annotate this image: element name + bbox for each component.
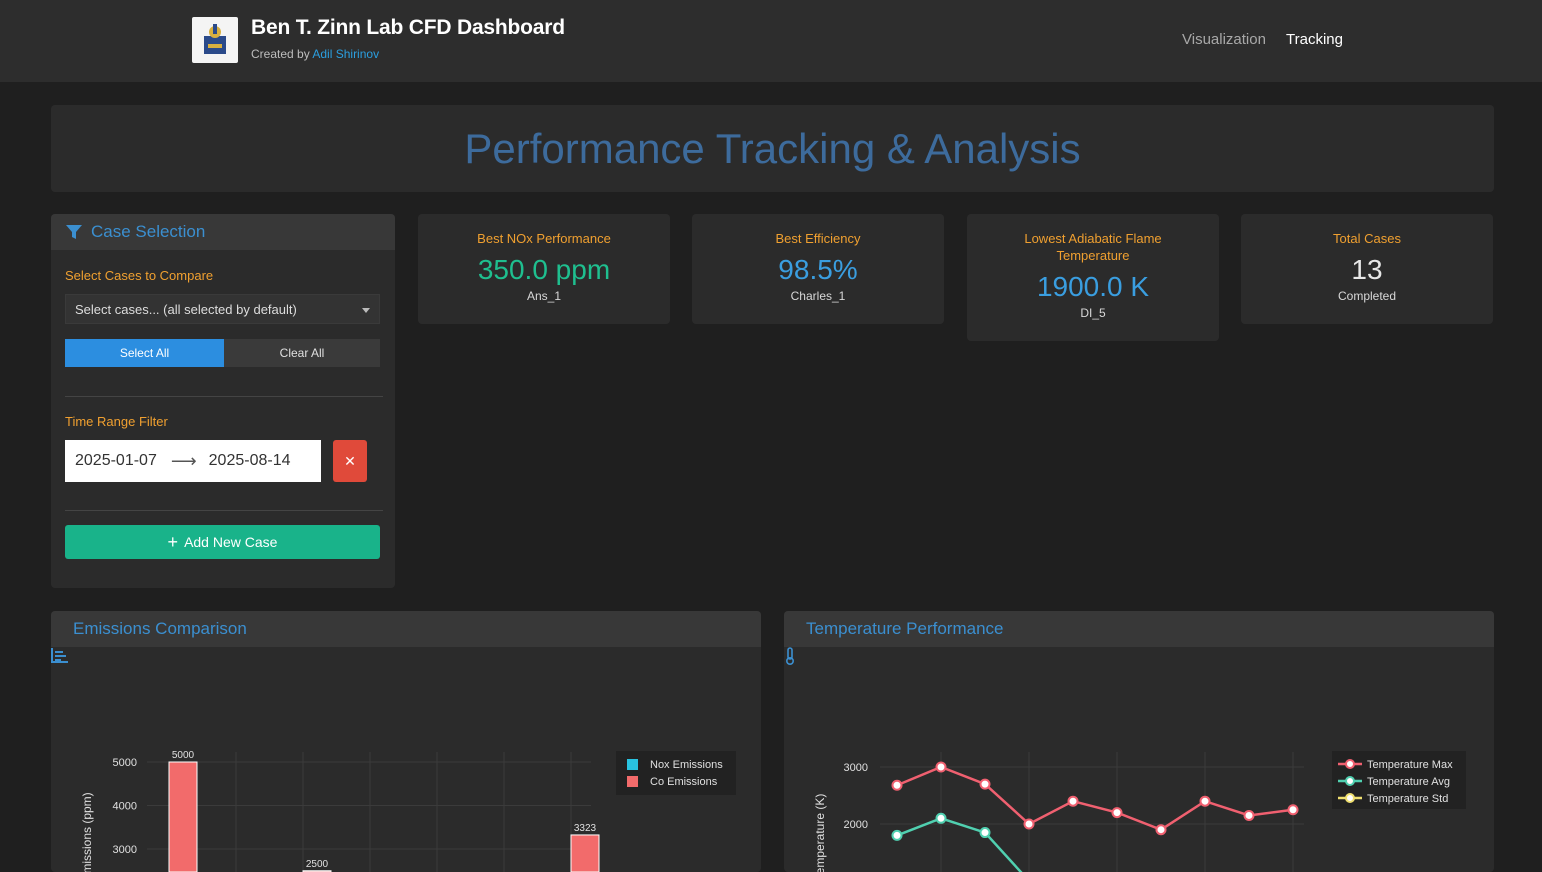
legend-marker <box>1345 793 1355 803</box>
y-tick-label: 5000 <box>113 757 137 769</box>
legend-box <box>616 751 736 795</box>
case-select-dropdown[interactable]: Select cases... (all selected by default… <box>65 294 380 324</box>
metric-card-total-cases: Total Cases 13 Completed <box>1241 214 1493 324</box>
dropdown-placeholder: Select cases... (all selected by default… <box>75 302 297 317</box>
top-navbar: Ben T. Zinn Lab CFD Dashboard Created by… <box>0 0 1542 82</box>
y-axis-label: Emissions (ppm) <box>80 792 94 872</box>
metric-title: Total Cases <box>1333 231 1401 246</box>
bar-co-emissions <box>570 834 600 872</box>
page-header-banner: Performance Tracking & Analysis <box>51 105 1494 192</box>
add-case-label: Add New Case <box>184 534 278 550</box>
legend-label: Nox Emissions <box>650 759 723 771</box>
chevron-down-icon <box>362 308 370 313</box>
y-axis-label: Temperature (K) <box>813 794 827 872</box>
select-cases-label: Select Cases to Compare <box>65 268 214 283</box>
bar-data-label: 2500 <box>306 859 329 870</box>
metric-value: 13 <box>1351 254 1383 285</box>
metric-card-flame-temp: Lowest Adiabatic Flame Temperature 1900.… <box>967 214 1219 341</box>
y-tick-label: 3000 <box>844 762 868 774</box>
legend-label: Temperature Avg <box>1367 776 1450 788</box>
emissions-header: Emissions Comparison <box>51 611 761 663</box>
page-title: Performance Tracking & Analysis <box>464 124 1081 172</box>
app-title: Ben T. Zinn Lab CFD Dashboard <box>251 16 565 39</box>
legend-swatch <box>627 759 638 770</box>
bar-data-label: 5000 <box>172 750 195 761</box>
select-all-button[interactable]: Select All <box>65 339 224 367</box>
clear-all-button[interactable]: Clear All <box>224 339 380 367</box>
bar-data-label: 3323 <box>574 823 597 834</box>
data-point <box>935 812 947 824</box>
metric-title: Best Efficiency <box>775 231 861 246</box>
app-credit: Created by Adil Shirinov <box>251 47 379 61</box>
metric-value: 350.0 ppm <box>477 254 611 285</box>
lab-logo[interactable] <box>192 17 238 63</box>
metric-sub: Ans_1 <box>526 289 562 303</box>
metric-sub: DI_5 <box>1080 306 1106 320</box>
series-line-1 <box>896 816 1023 872</box>
add-case-button[interactable]: + Add New Case <box>65 525 380 559</box>
metric-sub: Charles_1 <box>790 289 846 303</box>
y-tick-label: 4000 <box>113 801 137 813</box>
credit-prefix: Created by <box>251 47 310 61</box>
data-point <box>1111 807 1123 819</box>
metric-value: 98.5% <box>778 254 858 285</box>
date-range-picker[interactable]: 2025-01-07 ⟶ 2025-08-14 <box>65 440 321 482</box>
metric-sub: Completed <box>1337 289 1397 303</box>
data-point <box>1067 795 1079 807</box>
temperature-panel: Temperature Performance 2000 3000 Temperat… <box>784 611 1494 872</box>
start-date-input[interactable]: 2025-01-07 <box>75 452 157 470</box>
arrow-right-icon: ⟶ <box>170 450 197 471</box>
case-selection-title: Case Selection <box>91 222 206 241</box>
temperature-header: Temperature Performance <box>784 611 1494 665</box>
nav-visualization[interactable]: Visualization <box>1182 31 1266 48</box>
metric-card-efficiency: Best Efficiency 98.5% Charles_1 <box>692 214 944 324</box>
data-point <box>891 829 903 841</box>
data-point <box>891 779 903 791</box>
data-point <box>979 827 991 839</box>
data-point <box>935 761 947 773</box>
end-date-input[interactable]: 2025-08-14 <box>209 452 291 470</box>
data-point <box>1023 818 1035 830</box>
time-range-label: Time Range Filter <box>65 414 168 429</box>
legend-marker <box>1345 759 1355 769</box>
divider <box>65 396 383 397</box>
emissions-chart[interactable]: 3000 4000 5000 Emissions (ppm) 5000 2500 3323 N… <box>51 647 761 872</box>
metric-title: Lowest Adiabatic Flame Temperature <box>1024 231 1162 263</box>
data-point <box>1155 824 1167 836</box>
legend-marker <box>1345 776 1355 786</box>
bar-co-emissions <box>168 761 198 872</box>
emissions-title: Emissions Comparison <box>73 619 247 638</box>
metric-value: 1900.0 K <box>1036 271 1150 302</box>
y-tick-label: 3000 <box>113 844 137 856</box>
legend-label: Temperature Max <box>1367 759 1453 771</box>
case-selection-header: Case Selection <box>51 214 395 250</box>
legend-label: Co Emissions <box>650 776 718 788</box>
plus-icon: + <box>167 532 179 552</box>
filter-icon <box>65 224 83 240</box>
legend-label: Temperature Std <box>1367 793 1448 805</box>
temperature-chart[interactable]: 2000 3000 Temperature (K) Temperature Max Te… <box>784 647 1494 872</box>
series-line-0 <box>896 765 1294 832</box>
data-point <box>1243 809 1255 821</box>
case-selection-panel: Case Selection Select Cases to Compare S… <box>51 214 395 588</box>
clear-date-button[interactable]: ✕ <box>333 440 367 482</box>
metric-title: Best NOx Performance <box>477 231 611 246</box>
emissions-panel: Emissions Comparison 3000 4000 5000 Emissio… <box>51 611 761 872</box>
data-point <box>979 778 991 790</box>
data-point <box>1287 804 1299 816</box>
temperature-title: Temperature Performance <box>806 619 1004 638</box>
data-point <box>1199 795 1211 807</box>
metric-card-nox: Best NOx Performance 350.0 ppm Ans_1 <box>418 214 670 324</box>
close-icon: ✕ <box>344 452 356 469</box>
nav-tracking[interactable]: Tracking <box>1286 31 1343 48</box>
legend-swatch <box>627 776 638 787</box>
divider <box>65 510 383 511</box>
y-tick-label: 2000 <box>844 819 868 831</box>
author-link[interactable]: Adil Shirinov <box>312 47 379 61</box>
